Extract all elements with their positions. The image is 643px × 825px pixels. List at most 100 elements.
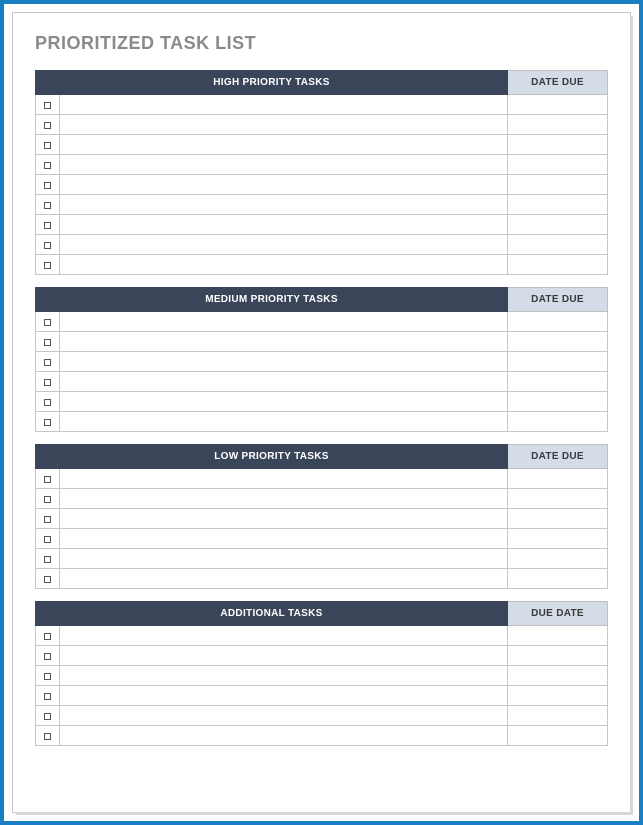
checkbox-icon[interactable] bbox=[44, 733, 51, 740]
date-cell[interactable] bbox=[508, 95, 608, 115]
checkbox-cell[interactable] bbox=[36, 175, 60, 195]
task-cell[interactable] bbox=[60, 95, 508, 115]
date-cell[interactable] bbox=[508, 332, 608, 352]
date-cell[interactable] bbox=[508, 312, 608, 332]
date-cell[interactable] bbox=[508, 549, 608, 569]
checkbox-cell[interactable] bbox=[36, 686, 60, 706]
date-cell[interactable] bbox=[508, 155, 608, 175]
checkbox-icon[interactable] bbox=[44, 713, 51, 720]
checkbox-cell[interactable] bbox=[36, 115, 60, 135]
checkbox-icon[interactable] bbox=[44, 556, 51, 563]
checkbox-cell[interactable] bbox=[36, 155, 60, 175]
date-cell[interactable] bbox=[508, 706, 608, 726]
checkbox-icon[interactable] bbox=[44, 319, 51, 326]
checkbox-icon[interactable] bbox=[44, 399, 51, 406]
checkbox-cell[interactable] bbox=[36, 352, 60, 372]
date-cell[interactable] bbox=[508, 509, 608, 529]
checkbox-icon[interactable] bbox=[44, 536, 51, 543]
checkbox-cell[interactable] bbox=[36, 215, 60, 235]
date-cell[interactable] bbox=[508, 646, 608, 666]
task-cell[interactable] bbox=[60, 255, 508, 275]
task-cell[interactable] bbox=[60, 569, 508, 589]
date-cell[interactable] bbox=[508, 686, 608, 706]
task-cell[interactable] bbox=[60, 115, 508, 135]
task-cell[interactable] bbox=[60, 175, 508, 195]
date-cell[interactable] bbox=[508, 372, 608, 392]
checkbox-icon[interactable] bbox=[44, 182, 51, 189]
task-cell[interactable] bbox=[60, 392, 508, 412]
date-cell[interactable] bbox=[508, 215, 608, 235]
checkbox-icon[interactable] bbox=[44, 162, 51, 169]
checkbox-icon[interactable] bbox=[44, 142, 51, 149]
checkbox-cell[interactable] bbox=[36, 549, 60, 569]
task-cell[interactable] bbox=[60, 646, 508, 666]
date-cell[interactable] bbox=[508, 666, 608, 686]
task-cell[interactable] bbox=[60, 352, 508, 372]
checkbox-cell[interactable] bbox=[36, 626, 60, 646]
task-cell[interactable] bbox=[60, 412, 508, 432]
task-cell[interactable] bbox=[60, 509, 508, 529]
task-cell[interactable] bbox=[60, 686, 508, 706]
checkbox-cell[interactable] bbox=[36, 726, 60, 746]
checkbox-cell[interactable] bbox=[36, 312, 60, 332]
checkbox-cell[interactable] bbox=[36, 666, 60, 686]
checkbox-icon[interactable] bbox=[44, 262, 51, 269]
checkbox-cell[interactable] bbox=[36, 195, 60, 215]
date-cell[interactable] bbox=[508, 135, 608, 155]
checkbox-icon[interactable] bbox=[44, 673, 51, 680]
checkbox-icon[interactable] bbox=[44, 242, 51, 249]
checkbox-icon[interactable] bbox=[44, 516, 51, 523]
checkbox-cell[interactable] bbox=[36, 372, 60, 392]
date-cell[interactable] bbox=[508, 115, 608, 135]
checkbox-cell[interactable] bbox=[36, 392, 60, 412]
task-cell[interactable] bbox=[60, 706, 508, 726]
checkbox-icon[interactable] bbox=[44, 339, 51, 346]
checkbox-cell[interactable] bbox=[36, 489, 60, 509]
checkbox-cell[interactable] bbox=[36, 646, 60, 666]
checkbox-cell[interactable] bbox=[36, 412, 60, 432]
checkbox-cell[interactable] bbox=[36, 509, 60, 529]
task-cell[interactable] bbox=[60, 155, 508, 175]
checkbox-icon[interactable] bbox=[44, 419, 51, 426]
task-cell[interactable] bbox=[60, 469, 508, 489]
task-cell[interactable] bbox=[60, 215, 508, 235]
checkbox-cell[interactable] bbox=[36, 235, 60, 255]
task-cell[interactable] bbox=[60, 195, 508, 215]
task-cell[interactable] bbox=[60, 135, 508, 155]
checkbox-icon[interactable] bbox=[44, 633, 51, 640]
task-cell[interactable] bbox=[60, 726, 508, 746]
checkbox-cell[interactable] bbox=[36, 469, 60, 489]
checkbox-cell[interactable] bbox=[36, 135, 60, 155]
task-cell[interactable] bbox=[60, 529, 508, 549]
checkbox-icon[interactable] bbox=[44, 476, 51, 483]
date-cell[interactable] bbox=[508, 569, 608, 589]
checkbox-cell[interactable] bbox=[36, 332, 60, 352]
date-cell[interactable] bbox=[508, 392, 608, 412]
task-cell[interactable] bbox=[60, 626, 508, 646]
checkbox-icon[interactable] bbox=[44, 102, 51, 109]
task-cell[interactable] bbox=[60, 549, 508, 569]
date-cell[interactable] bbox=[508, 469, 608, 489]
checkbox-icon[interactable] bbox=[44, 576, 51, 583]
checkbox-cell[interactable] bbox=[36, 95, 60, 115]
task-cell[interactable] bbox=[60, 666, 508, 686]
checkbox-icon[interactable] bbox=[44, 359, 51, 366]
checkbox-cell[interactable] bbox=[36, 706, 60, 726]
date-cell[interactable] bbox=[508, 195, 608, 215]
checkbox-icon[interactable] bbox=[44, 122, 51, 129]
date-cell[interactable] bbox=[508, 489, 608, 509]
date-cell[interactable] bbox=[508, 175, 608, 195]
date-cell[interactable] bbox=[508, 529, 608, 549]
task-cell[interactable] bbox=[60, 332, 508, 352]
task-cell[interactable] bbox=[60, 372, 508, 392]
date-cell[interactable] bbox=[508, 726, 608, 746]
checkbox-icon[interactable] bbox=[44, 379, 51, 386]
checkbox-icon[interactable] bbox=[44, 202, 51, 209]
task-cell[interactable] bbox=[60, 312, 508, 332]
checkbox-icon[interactable] bbox=[44, 653, 51, 660]
checkbox-cell[interactable] bbox=[36, 255, 60, 275]
date-cell[interactable] bbox=[508, 255, 608, 275]
task-cell[interactable] bbox=[60, 489, 508, 509]
date-cell[interactable] bbox=[508, 352, 608, 372]
task-cell[interactable] bbox=[60, 235, 508, 255]
